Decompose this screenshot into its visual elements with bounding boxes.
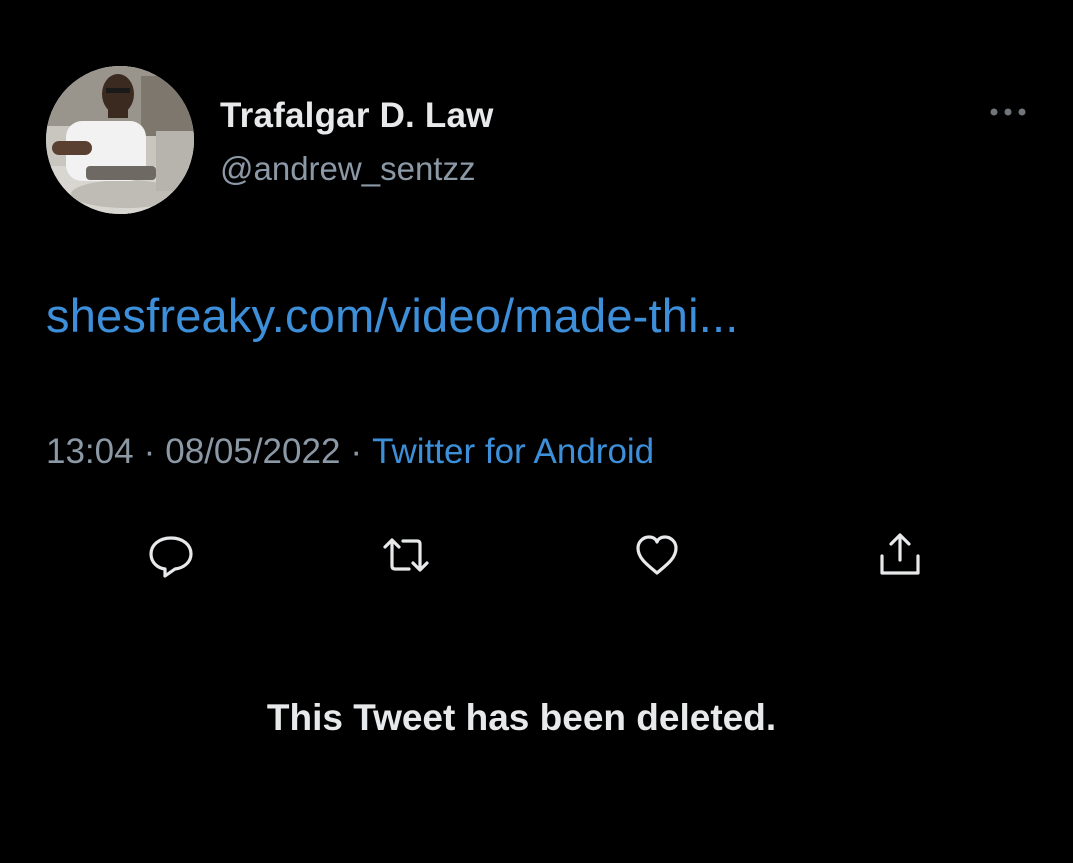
retweet-button[interactable] (381, 530, 431, 580)
author-display-name[interactable]: Trafalgar D. Law (220, 96, 494, 136)
tweet-link[interactable]: shesfreaky.com/video/made-thi... (46, 288, 739, 343)
meta-separator: · (143, 432, 156, 471)
tweet-meta: 13:04 · 08/05/2022 · Twitter for Android (46, 432, 654, 472)
tweet-source-link[interactable]: Twitter for Android (372, 432, 654, 471)
reply-button[interactable] (146, 530, 196, 580)
retweet-icon (383, 538, 429, 572)
deleted-notice: This Tweet has been deleted. (266, 697, 777, 738)
tweet-card: Trafalgar D. Law @andrew_sentzz shesfrea… (0, 0, 1073, 863)
tweet-time: 13:04 (46, 432, 134, 471)
reply-icon (149, 536, 193, 578)
avatar-photo (46, 66, 194, 214)
heart-icon (636, 535, 678, 575)
meta-separator: · (350, 432, 363, 471)
tweet-date: 08/05/2022 (165, 432, 341, 471)
more-horizontal-icon[interactable] (984, 100, 1032, 124)
share-button[interactable] (875, 530, 925, 580)
share-icon (880, 533, 920, 575)
author-handle[interactable]: @andrew_sentzz (220, 150, 475, 188)
avatar[interactable] (46, 66, 194, 214)
like-button[interactable] (632, 530, 682, 580)
